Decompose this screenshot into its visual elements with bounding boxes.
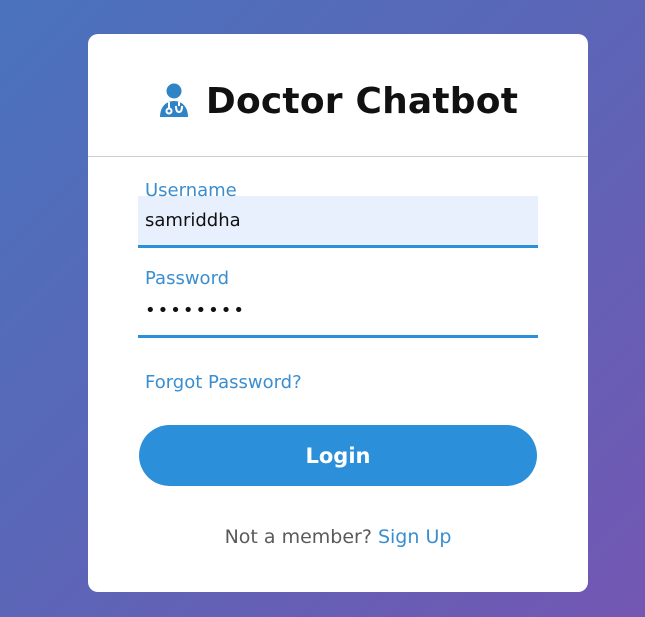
signup-link[interactable]: Sign Up — [378, 526, 451, 548]
password-input[interactable] — [138, 286, 538, 338]
login-card: Doctor Chatbot Username Password Forgot … — [88, 34, 588, 592]
page-title: Doctor Chatbot — [205, 80, 519, 122]
username-input[interactable] — [138, 196, 538, 248]
card-header: Doctor Chatbot — [88, 34, 588, 157]
signup-prompt: Not a member? Sign Up — [88, 526, 588, 548]
forgot-password-link[interactable]: Forgot Password? — [145, 372, 302, 393]
login-button[interactable]: Login — [139, 425, 537, 486]
password-label: Password — [145, 268, 230, 289]
signup-prompt-text: Not a member? — [224, 526, 378, 548]
doctor-icon — [158, 83, 190, 119]
username-label: Username — [145, 180, 237, 201]
